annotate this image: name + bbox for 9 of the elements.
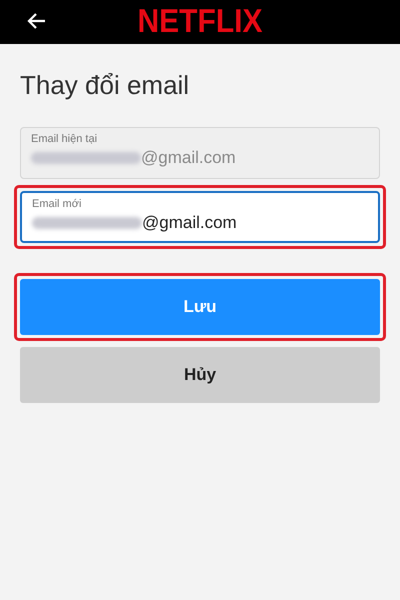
field-label: Email hiện tại — [31, 133, 98, 145]
cancel-button[interactable]: Hủy — [20, 347, 380, 403]
field-value: @gmail.com — [141, 148, 236, 168]
field-value: @gmail.com — [142, 213, 237, 233]
email-field[interactable]: Email mới @gmail.com — [20, 191, 380, 243]
back-arrow-icon[interactable] — [26, 12, 46, 30]
field-label: Email mới — [32, 198, 82, 210]
page-title: Thay đổi email — [20, 70, 190, 101]
netflix-logo: NETFLIX — [138, 3, 262, 41]
